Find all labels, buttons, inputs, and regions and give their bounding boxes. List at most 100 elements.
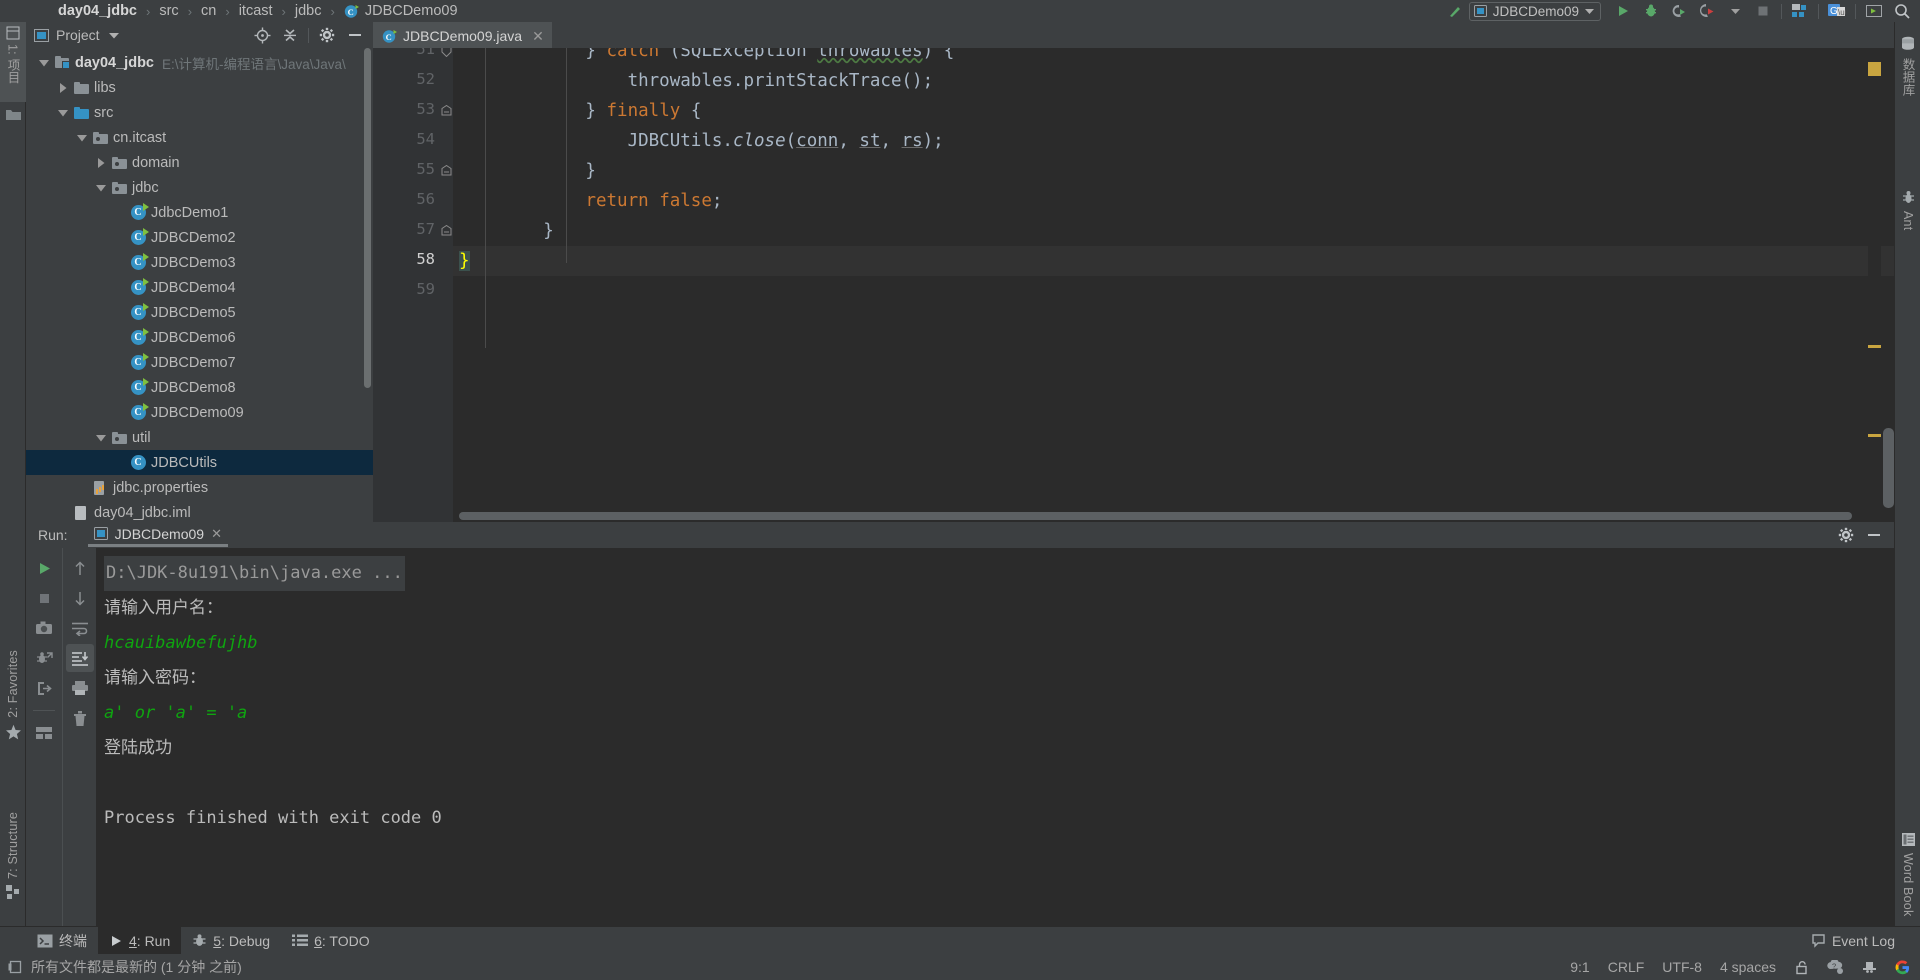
editor-vertical-scrollbar[interactable] xyxy=(1883,428,1894,508)
chevron-down-icon[interactable] xyxy=(74,134,90,142)
fold-collapse-icon[interactable] xyxy=(441,105,452,116)
breadcrumb-item-itcast[interactable]: itcast xyxy=(239,3,273,19)
file-encoding[interactable]: UTF-8 xyxy=(1662,959,1702,975)
profile-button[interactable] xyxy=(1693,1,1721,21)
chevron-down-icon[interactable] xyxy=(36,59,52,67)
chevron-right-icon[interactable] xyxy=(93,157,109,168)
tool-button-run[interactable]: 4: Run xyxy=(98,926,182,955)
tree-node-jdbcdemo2[interactable]: C JDBCDemo2 xyxy=(26,225,373,250)
code-line-55[interactable]: } xyxy=(453,156,1894,186)
console-output[interactable]: D:\JDK-8u191\bin\java.exe ... 请输入用户名： hcau… xyxy=(96,548,1894,926)
chevron-down-icon[interactable] xyxy=(93,184,109,192)
code-line-59[interactable] xyxy=(453,276,1894,306)
fold-region-end-icon[interactable] xyxy=(441,48,452,57)
translate-button[interactable]: G \u6587 xyxy=(1823,1,1851,21)
unlock-icon[interactable] xyxy=(1794,960,1809,975)
breadcrumb[interactable]: day04_jdbc › src › cn › itcast › jdbc › C JDBCDemo0… xyxy=(58,3,458,19)
editor-markers-gutter[interactable] xyxy=(1868,48,1881,522)
tool-button-todo[interactable]: 6: TODO xyxy=(281,927,381,955)
tree-node-cn-itcast[interactable]: cn.itcast xyxy=(26,125,373,150)
event-log-button[interactable]: Event Log xyxy=(1800,927,1906,955)
chevron-down-icon[interactable] xyxy=(93,434,109,442)
camera-icon[interactable] xyxy=(30,614,58,642)
warning-marker-3[interactable] xyxy=(1868,434,1881,437)
collapse-all-icon[interactable] xyxy=(276,25,304,45)
tree-node-domain[interactable]: domain xyxy=(26,150,373,175)
tree-node-jdbcdemo7[interactable]: C JDBCDemo7 xyxy=(26,350,373,375)
indent-setting[interactable]: 4 spaces xyxy=(1720,959,1776,975)
tree-node-jdbcdemo1[interactable]: C JdbcDemo1 xyxy=(26,200,373,225)
help-icon[interactable]: ? xyxy=(1827,959,1844,975)
trash-icon[interactable] xyxy=(66,704,94,732)
search-everywhere-button[interactable] xyxy=(1888,1,1916,21)
breadcrumb-item-src[interactable]: src xyxy=(159,3,178,19)
close-icon[interactable]: ✕ xyxy=(532,28,544,45)
tree-node-jdbc[interactable]: jdbc xyxy=(26,175,373,200)
sidebar-item-favorites[interactable]: 2: Favorites xyxy=(0,650,26,790)
tab-jdbcdemo09[interactable]: C JDBCDemo09.java ✕ xyxy=(373,22,552,48)
fold-collapse-icon[interactable] xyxy=(441,225,452,236)
console-button[interactable] xyxy=(1860,1,1888,21)
run-configuration-selector[interactable]: JDBCDemo09 xyxy=(1468,1,1601,21)
sidebar-item-database[interactable]: 数据库 xyxy=(1895,36,1920,166)
tree-node-day04-jdbc[interactable]: day04_jdbc E:\计算机-编程语言\Java\Java\ xyxy=(26,50,373,75)
project-structure-button[interactable] xyxy=(1786,1,1814,21)
tree-node-jdbcdemo6[interactable]: C JDBCDemo6 xyxy=(26,325,373,350)
tree-node-jdbcutils[interactable]: C JDBCUtils xyxy=(26,450,373,475)
code-viewport[interactable]: 51 52 53 54 55 56 57 58 59 } catch (SQLException… xyxy=(373,48,1894,522)
project-tree[interactable]: day04_jdbc E:\计算机-编程语言\Java\Java\ libs src c… xyxy=(26,48,373,522)
stop-button[interactable] xyxy=(30,584,58,612)
chevron-down-icon[interactable] xyxy=(108,32,119,39)
code-line-58[interactable]: } xyxy=(453,246,1894,276)
tree-node-jdbcdemo3[interactable]: C JDBCDemo3 xyxy=(26,250,373,275)
tree-node-src[interactable]: src xyxy=(26,100,373,125)
gear-icon[interactable] xyxy=(313,25,341,45)
caret-position[interactable]: 9:1 xyxy=(1570,959,1589,975)
tree-node-jdbcdemo5[interactable]: C JDBCDemo5 xyxy=(26,300,373,325)
tree-node-jdbcdemo09[interactable]: C JDBCDemo09 xyxy=(26,400,373,425)
code-line-56[interactable]: return false; xyxy=(453,186,1894,216)
sidebar-item-project[interactable]: 1: 项目 xyxy=(0,22,26,102)
code-line-52[interactable]: throwables.printStackTrace(); xyxy=(453,66,1894,96)
sidebar-item-ant[interactable]: Ant xyxy=(1895,190,1920,300)
tree-node-jdbc-properties[interactable]: jdbc.properties xyxy=(26,475,373,500)
minus-icon[interactable] xyxy=(341,25,369,45)
scroll-to-end-icon[interactable] xyxy=(65,644,94,672)
tool-button-debug[interactable]: 5: Debug xyxy=(181,927,281,955)
code-line-53[interactable]: } finally { xyxy=(453,96,1894,126)
project-tree-scrollbar[interactable] xyxy=(364,48,371,388)
tree-node-jdbcdemo4[interactable]: C JDBCDemo4 xyxy=(26,275,373,300)
tree-node-day04-jdbc-iml[interactable]: day04_jdbc.iml xyxy=(26,500,373,522)
minus-icon[interactable] xyxy=(1860,525,1888,545)
code-content[interactable]: } catch (SQLException throwables) { thro… xyxy=(453,48,1894,522)
breadcrumb-item-day04-jdbc[interactable]: day04_jdbc xyxy=(58,3,137,19)
tool-button-terminal[interactable]: 终端 xyxy=(26,927,98,955)
chevron-down-icon[interactable] xyxy=(55,109,71,117)
tree-node-jdbcdemo8[interactable]: C JDBCDemo8 xyxy=(26,375,373,400)
google-icon[interactable] xyxy=(1895,959,1910,975)
thread-dump-icon[interactable] xyxy=(30,644,58,672)
hat-icon[interactable] xyxy=(1862,960,1877,975)
line-separator[interactable]: CRLF xyxy=(1608,959,1645,975)
chevron-right-icon[interactable] xyxy=(55,82,71,93)
soft-wrap-icon[interactable] xyxy=(66,614,94,642)
warning-marker-2[interactable] xyxy=(1868,345,1881,348)
editor-gutter[interactable]: 51 52 53 54 55 56 57 58 59 xyxy=(373,48,453,522)
breadcrumb-item-cn[interactable]: cn xyxy=(201,3,216,19)
tree-node-util[interactable]: util xyxy=(26,425,373,450)
stop-button[interactable] xyxy=(1749,1,1777,21)
layout-icon[interactable] xyxy=(30,719,58,747)
run-button[interactable] xyxy=(1609,1,1637,21)
warning-marker[interactable] xyxy=(1868,62,1881,76)
code-line-51[interactable]: } catch (SQLException throwables) { xyxy=(453,48,1894,66)
export-icon[interactable] xyxy=(30,674,58,702)
locate-icon[interactable] xyxy=(248,25,276,45)
printer-icon[interactable] xyxy=(66,674,94,702)
gear-icon[interactable] xyxy=(1832,525,1860,545)
sidebar-item-files[interactable] xyxy=(0,108,26,120)
build-icon[interactable] xyxy=(1441,1,1469,21)
code-line-57[interactable]: } xyxy=(453,216,1894,246)
run-with-coverage-button[interactable] xyxy=(1665,1,1693,21)
close-icon[interactable]: ✕ xyxy=(211,526,222,542)
profile-dropdown-button[interactable] xyxy=(1721,1,1749,21)
